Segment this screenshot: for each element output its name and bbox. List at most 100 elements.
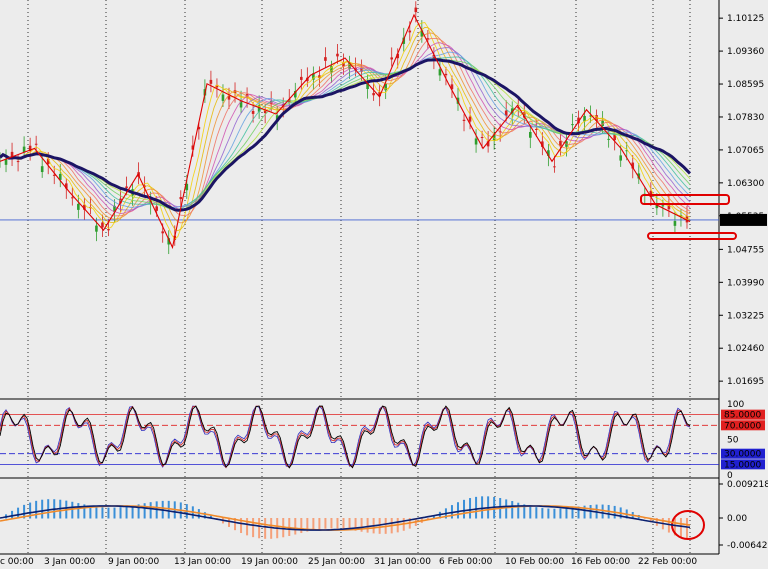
macd-histogram-bar — [481, 496, 484, 519]
macd-histogram-bar — [547, 508, 550, 519]
candle-body — [161, 231, 165, 234]
candle-body — [179, 197, 183, 200]
time-axis-label: 3 Jan 00:00 — [44, 557, 96, 567]
macd-histogram-bar — [47, 499, 50, 519]
candle-body — [438, 69, 442, 76]
price-axis-label: 1.03990 — [727, 278, 764, 288]
macd-histogram-bar — [77, 503, 80, 519]
price-axis-label: 1.10125 — [727, 14, 764, 24]
candle-body — [571, 124, 574, 126]
macd-histogram-bar — [456, 502, 459, 519]
price-panel — [0, 0, 719, 398]
macd-axis-label: -0.006425 — [727, 541, 768, 551]
candle-body — [125, 186, 128, 188]
macd-histogram-bar — [559, 508, 562, 519]
time-axis-label: 9 Jan 00:00 — [108, 557, 160, 567]
macd-histogram-bar — [318, 518, 321, 530]
macd-histogram-bar — [679, 518, 682, 538]
candle-body — [209, 79, 213, 84]
macd-histogram-bar — [330, 518, 333, 529]
macd-histogram-bar — [685, 518, 688, 540]
chart-canvas: 1.10125 1.09360 1.08595 1.07830 1.07065 1.063… — [0, 0, 768, 567]
candle-body — [673, 221, 677, 226]
price-axis-label: 1.06300 — [727, 179, 764, 189]
price-axis-label: 1.09360 — [727, 47, 764, 57]
macd-histogram-bar — [300, 518, 303, 534]
price-axis-label: 1.07065 — [727, 146, 764, 156]
candle-body — [408, 30, 412, 33]
candle-body — [607, 138, 610, 140]
macd-histogram-bar — [517, 502, 520, 519]
candle-body — [414, 7, 418, 13]
stochastic-panel — [0, 402, 719, 476]
candle-body — [553, 166, 556, 168]
macd-histogram-bar — [342, 518, 345, 530]
candle-body — [300, 76, 303, 80]
macd-histogram-bar — [35, 500, 38, 519]
macd-histogram-bar — [101, 507, 104, 519]
candle-body — [529, 131, 532, 138]
candle-body — [95, 225, 98, 232]
macd-histogram-bar — [227, 518, 230, 527]
candle-body — [535, 128, 538, 130]
macd-histogram-bar — [119, 507, 122, 519]
macd-histogram-bar — [41, 499, 44, 519]
candle-body — [474, 138, 478, 145]
macd-histogram-bar — [11, 510, 14, 519]
candle-body — [40, 166, 44, 173]
candle-body — [155, 206, 158, 211]
price-axis-label: 1.01695 — [727, 377, 764, 387]
price-axis-label: 1.02460 — [727, 344, 764, 354]
price-axis-label: 1.08595 — [727, 80, 764, 90]
candle-body — [77, 203, 80, 210]
stoch-level-label: 15.0000 — [724, 460, 761, 470]
time-axis-label: c 00:00 — [0, 557, 34, 567]
macd-histogram-bar — [312, 518, 315, 531]
macd-histogram-bar — [71, 501, 74, 519]
macd-histogram-bar — [366, 518, 369, 533]
macd-axis-label: 0.00 — [727, 514, 747, 524]
macd-histogram-bar — [167, 500, 170, 519]
price-axis-label: 1.07830 — [727, 113, 764, 123]
macd-histogram-bar — [553, 508, 556, 519]
macd-histogram-bar — [565, 508, 568, 519]
candle-body — [619, 155, 622, 161]
macd-histogram-bar — [149, 502, 152, 519]
time-axis-label: 10 Feb 00:00 — [505, 557, 564, 567]
stoch-level-label: 70.0000 — [724, 421, 761, 431]
macd-histogram-bar — [294, 518, 297, 535]
macd-histogram-bar — [107, 507, 110, 519]
macd-histogram-bar — [336, 518, 339, 529]
macd-histogram-bar — [463, 499, 466, 519]
price-axis-label: 1.04755 — [727, 245, 764, 255]
candle-body — [468, 116, 472, 122]
candle-body — [480, 137, 484, 139]
time-axis-label: 16 Feb 00:00 — [571, 557, 630, 567]
time-axis-label: 25 Jan 00:00 — [308, 557, 365, 567]
chart-window: 1.10125 1.09360 1.08595 1.07830 1.07065 1.063… — [0, 0, 768, 569]
candle-body — [4, 159, 8, 165]
candle-body — [661, 205, 665, 207]
macd-histogram-bar — [529, 505, 532, 519]
candle-body — [251, 110, 255, 114]
candle-body — [16, 161, 20, 163]
macd-histogram-bar — [511, 501, 514, 519]
current-price-label: 1.05439 — [724, 216, 761, 226]
macd-histogram-bar — [324, 518, 327, 529]
macd-histogram-bar — [258, 518, 261, 539]
stoch-axis-label: 100 — [727, 400, 744, 410]
time-axis-label: 31 Jan 00:00 — [374, 557, 431, 567]
macd-histogram-bar — [535, 507, 538, 519]
macd-histogram-bar — [378, 518, 381, 534]
macd-histogram-bar — [601, 504, 604, 519]
time-axis-label: 13 Jan 00:00 — [174, 557, 231, 567]
macd-histogram-bar — [252, 518, 255, 538]
candle-body — [390, 57, 394, 60]
macd-histogram-bar — [469, 498, 472, 519]
time-axis-label: 22 Feb 00:00 — [638, 557, 697, 567]
candle-body — [221, 94, 225, 101]
stoch-axis-label: 50 — [727, 436, 739, 446]
candle-body — [107, 229, 110, 231]
candle-body — [324, 57, 327, 61]
candle-body — [336, 53, 339, 57]
